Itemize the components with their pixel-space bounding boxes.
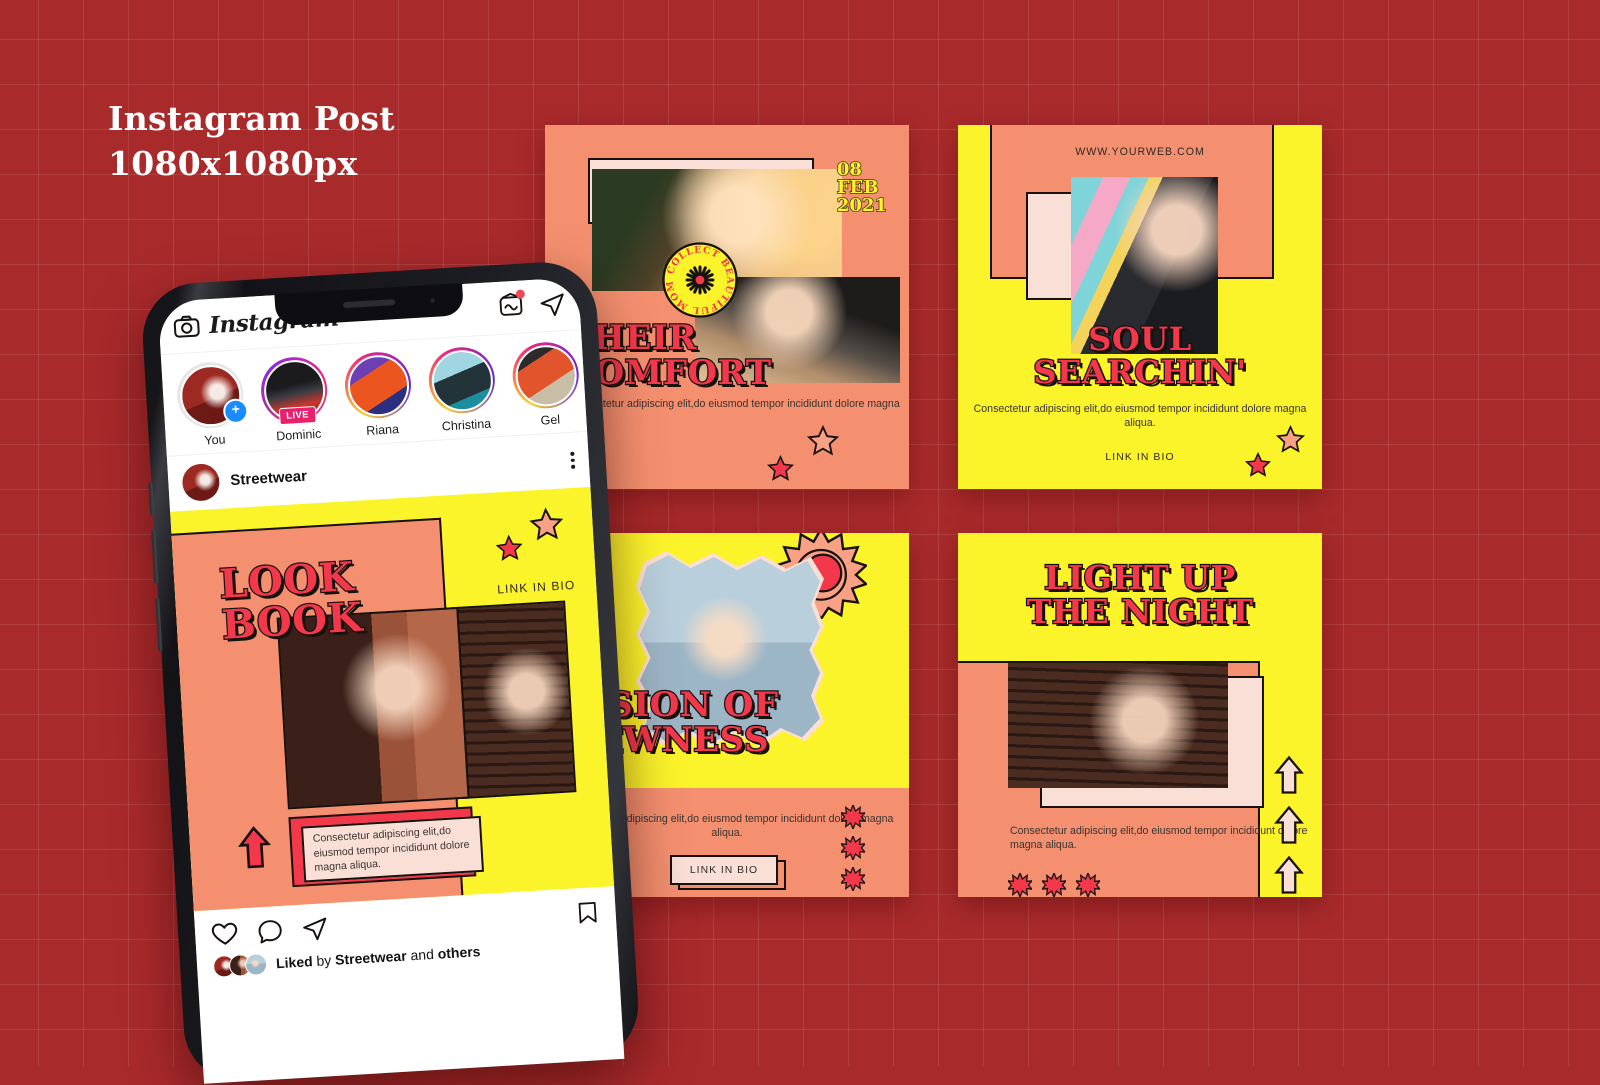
heart-icon[interactable]	[210, 920, 239, 949]
page-title-line2: 1080x1080px	[108, 144, 358, 183]
soul-title-line1: SOUL	[1087, 320, 1192, 358]
story-label: Christina	[441, 416, 492, 434]
arrow-up-icon	[1274, 755, 1304, 794]
paper-plane-icon[interactable]	[301, 915, 328, 942]
story-item-christina[interactable]: Christina	[426, 345, 502, 434]
soul-title: SOUL SEARCHIN'	[958, 320, 1322, 391]
lookbook-title-line2: BOOK	[219, 592, 365, 650]
night-photo	[1008, 663, 1228, 788]
liked-others[interactable]: others	[437, 943, 481, 962]
soul-title-line2: SEARCHIN'	[1032, 352, 1247, 391]
star-icon	[529, 507, 564, 541]
liked-suffix: and	[406, 945, 439, 964]
avatar	[244, 952, 268, 977]
story-item-dominic[interactable]: LIVE Dominic	[259, 355, 334, 444]
story-ring	[510, 340, 581, 411]
post-media-lookbook[interactable]: LOOK BOOK LINK IN BIO Consectetur adipis…	[170, 486, 615, 912]
lookbook-link-in-bio[interactable]: LINK IN BIO	[497, 578, 576, 597]
collect-beautiful-moment-badge: COLLECT BEAUTIFUL MOMENT	[662, 242, 738, 318]
post-card-light-up-the-night[interactable]: LIGHT UP THE NIGHT Consectetur adipiscin…	[958, 533, 1322, 897]
lookbook-title: LOOK BOOK	[217, 552, 365, 650]
burst-icon	[1008, 873, 1032, 897]
night-title-line2: THE NIGHT	[1026, 591, 1254, 631]
burst-icon	[1076, 873, 1100, 897]
story-ring	[343, 350, 413, 421]
soul-caption: Consectetur adipiscing elit,do eiusmod t…	[973, 403, 1307, 430]
story-avatar	[429, 348, 495, 413]
phone-speaker	[342, 299, 395, 309]
add-story-badge[interactable]: +	[222, 397, 249, 425]
story-item-riana[interactable]: Riana	[343, 350, 418, 439]
instagram-header-actions	[498, 289, 567, 323]
liked-by-text: Liked by Streetwear and others	[276, 943, 481, 971]
night-title: LIGHT UP THE NIGHT	[958, 558, 1322, 631]
page-title-line1: Instagram Post	[108, 99, 395, 138]
liked-mid: by	[312, 951, 336, 970]
star-icon	[1276, 425, 1305, 453]
liked-avatar-group	[212, 952, 268, 979]
phone-screen: Instagram + You LIVE Dominic Riana Chris…	[157, 277, 625, 1084]
story-avatar	[345, 352, 411, 418]
star-icon	[1245, 452, 1271, 477]
post-username[interactable]: Streetwear	[230, 468, 308, 490]
phone-front-camera	[427, 295, 437, 306]
story-label: You	[203, 432, 226, 448]
soul-website: WWW.YOURWEB.COM	[1075, 146, 1205, 158]
arrow-up-icon	[1274, 805, 1304, 844]
comfort-date-year: 2021	[836, 195, 888, 216]
lookbook-note: Consectetur adipiscing elit,do eiusmod t…	[301, 815, 485, 883]
star-icon	[807, 425, 839, 456]
arrow-up-icon	[238, 826, 272, 869]
arrow-up-icon	[1274, 855, 1304, 894]
lookbook-photo-secondary	[451, 600, 577, 799]
more-options-icon[interactable]	[570, 451, 576, 469]
bookmark-icon[interactable]	[575, 900, 600, 925]
star-icon	[767, 455, 794, 481]
liked-prefix: Liked	[275, 953, 314, 972]
liked-username[interactable]: Streetwear	[335, 948, 407, 968]
comment-icon[interactable]	[256, 917, 283, 944]
burst-icon	[841, 805, 865, 829]
vision-link-in-bio-button[interactable]: LINK IN BIO	[670, 855, 778, 885]
story-item-gel[interactable]: Gel	[510, 340, 586, 429]
lookbook-caption: Consectetur adipiscing elit,do eiusmod t…	[312, 825, 470, 875]
burst-icon	[1042, 873, 1066, 897]
post-card-soul-searchin[interactable]: WWW.YOURWEB.COM SOUL SEARCHIN' Consectet…	[958, 125, 1322, 489]
avatar[interactable]	[181, 462, 221, 502]
paper-plane-icon[interactable]	[539, 291, 566, 318]
live-badge: LIVE	[278, 405, 317, 426]
story-label: Gel	[540, 412, 561, 428]
star-icon	[495, 534, 523, 561]
phone-mockup: Instagram + You LIVE Dominic Riana Chris…	[139, 259, 642, 1085]
story-ring	[426, 345, 497, 416]
story-avatar	[513, 343, 578, 408]
igtv-icon[interactable]	[498, 289, 526, 322]
comfort-date: 08 FEB 2021	[836, 160, 888, 216]
story-item-you[interactable]: + You	[175, 360, 250, 449]
comfort-caption: Consectetur adipiscing elit,do eiusmod t…	[567, 398, 900, 424]
story-label: Dominic	[275, 426, 322, 444]
burst-icon	[841, 867, 865, 891]
burst-icon	[841, 836, 865, 860]
night-title-line1: LIGHT UP	[1043, 558, 1237, 597]
night-burst-group	[1008, 873, 1100, 897]
camera-icon[interactable]	[172, 312, 201, 341]
story-label: Riana	[365, 422, 400, 438]
page-title: Instagram Post 1080x1080px	[108, 96, 395, 186]
